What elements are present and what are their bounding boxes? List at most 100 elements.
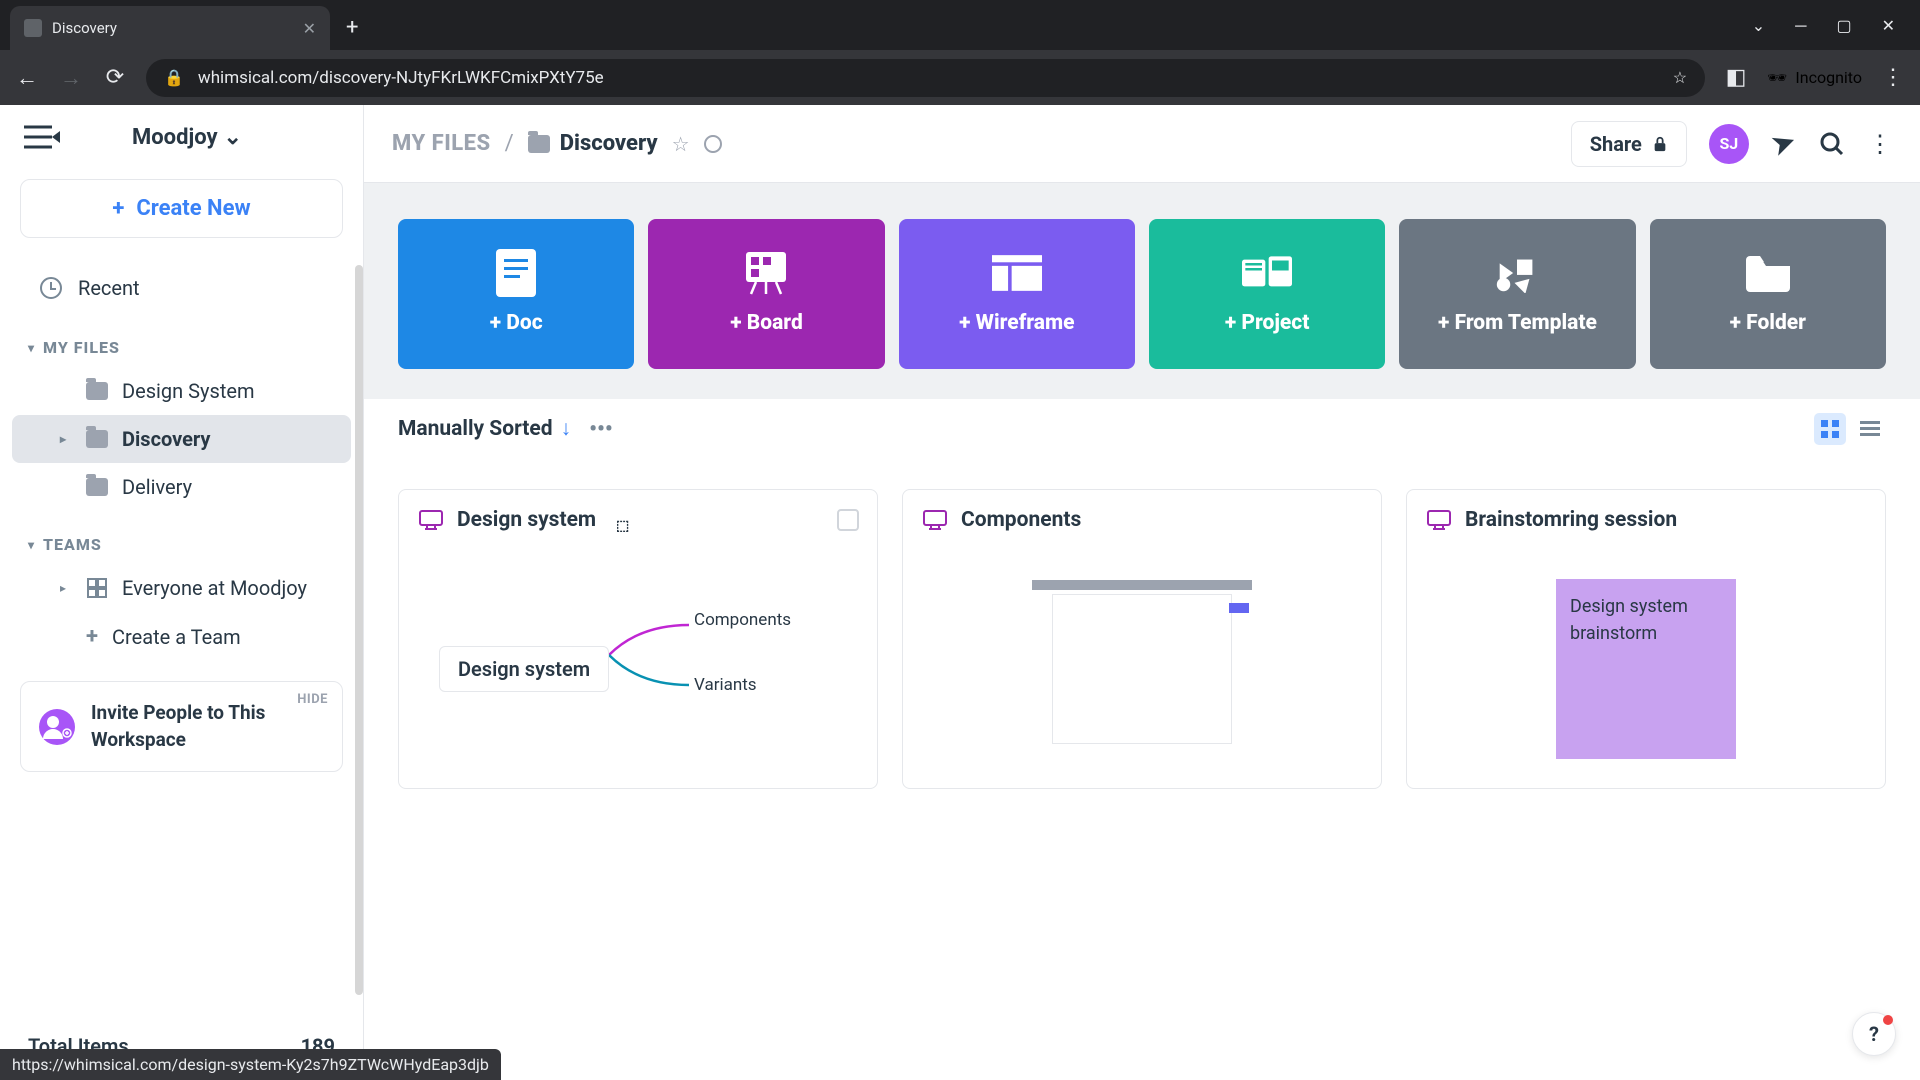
back-button[interactable]: ← xyxy=(14,65,40,91)
sidebar-item-delivery[interactable]: Delivery xyxy=(12,463,351,511)
caret-right-icon[interactable]: ▸ xyxy=(60,581,72,595)
arrow-down-icon: ↓ xyxy=(561,417,572,441)
board-icon xyxy=(419,510,443,530)
check-circle-icon[interactable] xyxy=(704,135,722,153)
invite-text: Invite People to This Workspace xyxy=(91,700,324,753)
incognito-badge[interactable]: 🕶 Incognito xyxy=(1767,68,1862,87)
sidebar-item-discovery[interactable]: ▸ Discovery xyxy=(12,415,351,463)
hide-button[interactable]: HIDE xyxy=(297,692,328,707)
share-button[interactable]: Share xyxy=(1571,121,1687,167)
workspace-picker[interactable]: Moodjoy ⌄ xyxy=(132,125,242,150)
plus-icon: + xyxy=(112,196,124,221)
card-brainstorming[interactable]: Brainstomring session Design system brai… xyxy=(1406,489,1886,789)
minimize-icon[interactable]: ─ xyxy=(1795,16,1806,36)
card-preview: Design system Components Variants xyxy=(399,550,877,788)
card-checkbox[interactable] xyxy=(837,509,859,531)
help-button[interactable]: ? xyxy=(1852,1012,1896,1056)
search-icon[interactable] xyxy=(1818,130,1846,158)
browser-tab-strip: Discovery ✕ + ⌄ ─ ▢ ✕ xyxy=(0,0,1920,50)
extensions-icon[interactable]: ◧ xyxy=(1723,65,1749,90)
more-icon[interactable]: ⋮ xyxy=(1868,130,1892,158)
create-team-button[interactable]: + Create a Team xyxy=(12,612,351,661)
cards-grid: Design system ⬚ Design system Components… xyxy=(364,459,1920,1080)
invite-card[interactable]: HIDE Invite People to This Workspace xyxy=(20,681,343,772)
user-avatar[interactable]: SJ xyxy=(1709,124,1749,164)
send-icon[interactable]: ➤ xyxy=(1766,123,1802,164)
tab-search-icon[interactable]: ⌄ xyxy=(1752,16,1765,36)
folder-icon xyxy=(1743,253,1793,293)
tab-close-icon[interactable]: ✕ xyxy=(303,19,316,38)
list-view-button[interactable] xyxy=(1854,413,1886,445)
sort-more-icon[interactable]: ••• xyxy=(589,417,613,442)
sticky-note: Design system brainstorm xyxy=(1556,579,1736,759)
folder-icon xyxy=(86,382,108,400)
chevron-down-icon: ⌄ xyxy=(224,125,242,150)
template-icon xyxy=(1492,253,1542,293)
address-bar[interactable]: 🔒 whimsical.com/discovery-NJtyFKrLWKFCmi… xyxy=(146,59,1705,97)
scrollbar[interactable] xyxy=(355,265,363,995)
cursor-icon: ⬚ xyxy=(616,518,629,534)
create-project-tile[interactable]: + Project xyxy=(1149,219,1385,369)
create-doc-tile[interactable]: + Doc xyxy=(398,219,634,369)
tab-favicon xyxy=(24,19,42,37)
browser-tab[interactable]: Discovery ✕ xyxy=(10,6,330,50)
create-wireframe-tile[interactable]: + Wireframe xyxy=(899,219,1135,369)
folder-icon xyxy=(86,430,108,448)
folder-icon xyxy=(86,478,108,496)
tab-title: Discovery xyxy=(52,19,293,37)
sidebar-item-team-everyone[interactable]: ▸ Everyone at Moodjoy xyxy=(12,564,351,612)
browser-menu-icon[interactable]: ⋮ xyxy=(1880,65,1906,90)
maximize-icon[interactable]: ▢ xyxy=(1836,16,1851,36)
caret-down-icon: ▾ xyxy=(28,538,35,552)
invite-people-icon xyxy=(39,709,75,745)
breadcrumb: MY FILES / Discovery ☆ xyxy=(392,131,722,156)
section-teams[interactable]: ▾ TEAMS xyxy=(0,511,363,564)
forward-button[interactable]: → xyxy=(58,65,84,91)
board-icon xyxy=(1427,510,1451,530)
card-preview xyxy=(903,550,1381,788)
plus-icon: + xyxy=(86,624,98,649)
sidebar-item-recent[interactable]: Recent xyxy=(12,262,351,314)
clock-icon xyxy=(40,277,62,299)
create-new-button[interactable]: + Create New xyxy=(20,179,343,238)
browser-toolbar: ← → ⟳ 🔒 whimsical.com/discovery-NJtyFKrL… xyxy=(0,50,1920,105)
close-window-icon[interactable]: ✕ xyxy=(1882,16,1895,36)
sort-dropdown[interactable]: Manually Sorted ↓ xyxy=(398,417,571,441)
window-controls: ⌄ ─ ▢ ✕ xyxy=(1752,16,1920,50)
wireframe-icon xyxy=(992,253,1042,293)
caret-down-icon: ▾ xyxy=(28,341,35,355)
url-text: whimsical.com/discovery-NJtyFKrLWKFCmixP… xyxy=(198,68,604,88)
sidebar: Moodjoy ⌄ + Create New Recent ▾ MY FILES… xyxy=(0,105,364,1080)
sort-bar: Manually Sorted ↓ ••• xyxy=(364,399,1920,459)
board-icon xyxy=(741,253,791,293)
creation-tiles: + Doc + Board + Wireframe + Project + Fr… xyxy=(364,183,1920,399)
breadcrumb-root[interactable]: MY FILES xyxy=(392,131,491,156)
status-bar-url: https://whimsical.com/design-system-Ky2s… xyxy=(0,1049,501,1080)
project-icon xyxy=(1242,253,1292,293)
card-preview: Design system brainstorm xyxy=(1407,550,1885,788)
section-my-files[interactable]: ▾ MY FILES xyxy=(0,314,363,367)
create-folder-tile[interactable]: + Folder xyxy=(1650,219,1886,369)
breadcrumb-current[interactable]: Discovery xyxy=(528,131,658,156)
card-design-system[interactable]: Design system ⬚ Design system Components… xyxy=(398,489,878,789)
star-icon[interactable]: ☆ xyxy=(672,132,690,156)
notification-dot-icon xyxy=(1883,1015,1893,1025)
create-from-template-tile[interactable]: + From Template xyxy=(1399,219,1635,369)
bookmark-star-icon[interactable]: ☆ xyxy=(1673,68,1687,87)
board-icon xyxy=(923,510,947,530)
collapse-sidebar-button[interactable] xyxy=(24,123,60,151)
card-components[interactable]: Components xyxy=(902,489,1382,789)
team-icon xyxy=(86,577,108,599)
reload-button[interactable]: ⟳ xyxy=(102,65,128,90)
doc-icon xyxy=(491,253,541,293)
incognito-icon: 🕶 xyxy=(1767,68,1787,87)
lock-icon: 🔒 xyxy=(164,68,184,87)
sidebar-item-design-system[interactable]: Design System xyxy=(12,367,351,415)
folder-icon xyxy=(528,135,550,153)
topbar: MY FILES / Discovery ☆ Share SJ ➤ xyxy=(364,105,1920,183)
lock-icon xyxy=(1652,136,1668,152)
caret-right-icon[interactable]: ▸ xyxy=(60,432,72,446)
create-board-tile[interactable]: + Board xyxy=(648,219,884,369)
new-tab-button[interactable]: + xyxy=(346,15,358,40)
grid-view-button[interactable] xyxy=(1814,413,1846,445)
